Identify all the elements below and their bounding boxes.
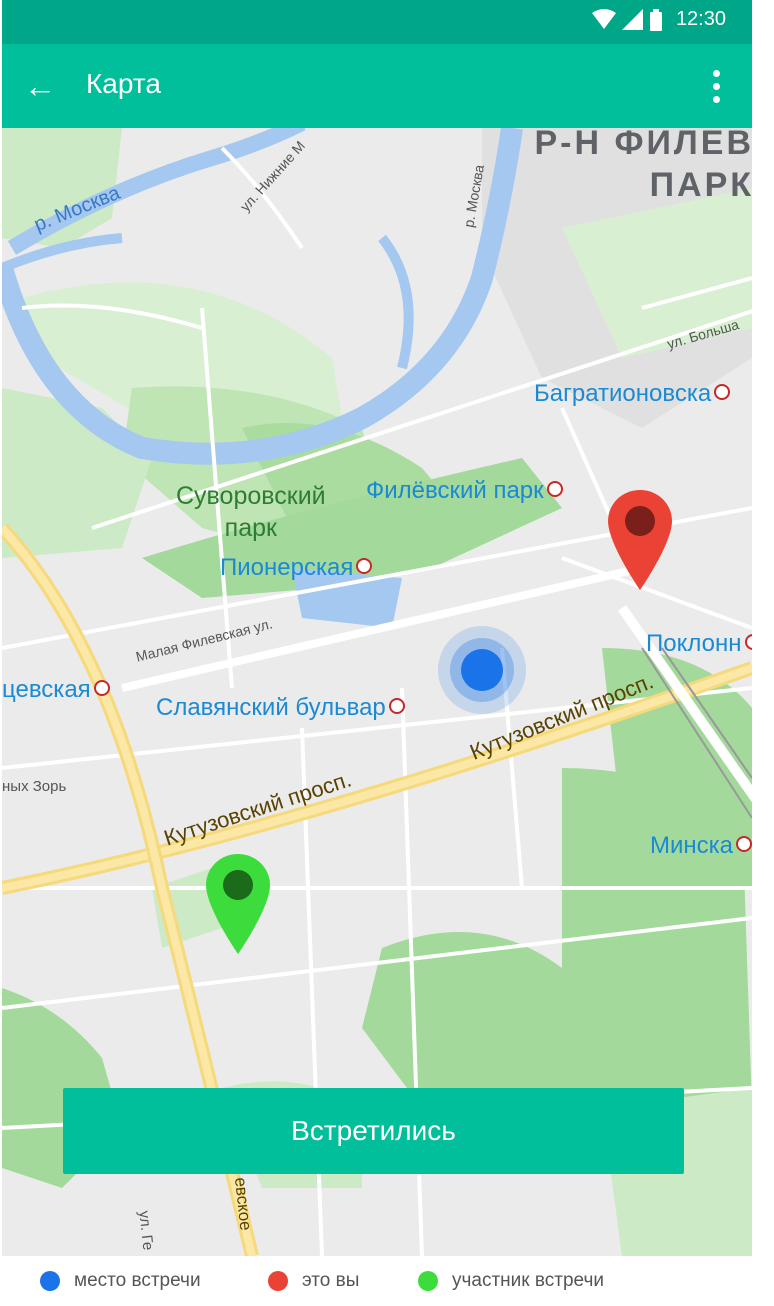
metro-bagrationovskaya[interactable]: Багратионовска xyxy=(534,380,730,408)
legend-dot-green-icon xyxy=(418,1271,438,1291)
legend-item-meeting-place: место встречи xyxy=(40,1270,201,1292)
signal-icon xyxy=(621,8,643,30)
legend-item-participant: участник встречи xyxy=(418,1270,604,1292)
district-label-line-2: ПАРК xyxy=(649,166,752,204)
status-bar: 12:30 xyxy=(2,0,752,44)
more-vert-icon[interactable] xyxy=(704,66,728,106)
street-label-zor: ных Зорь xyxy=(2,778,67,795)
legend-item-you: это вы xyxy=(268,1270,359,1292)
participant-location-pin-icon[interactable] xyxy=(206,854,270,954)
meeting-place-marker[interactable] xyxy=(438,626,526,714)
map-view[interactable]: Р-Н ФИЛЕВ ПАРК р. Москва ул. Нижние М р.… xyxy=(2,128,752,1256)
map-legend: место встречи это вы участник встречи xyxy=(0,1256,774,1306)
met-button[interactable]: Встретились xyxy=(63,1088,684,1174)
park-label: Суворовский парк xyxy=(176,480,326,544)
metro-filevsky-park[interactable]: Филёвский парк xyxy=(366,477,563,505)
legend-label: место встречи xyxy=(74,1270,201,1291)
legend-label: это вы xyxy=(302,1270,360,1291)
park-label-line-2: парк xyxy=(224,514,277,542)
back-arrow-icon[interactable]: ← xyxy=(22,66,58,106)
battery-icon xyxy=(649,8,662,31)
legend-label: участник встречи xyxy=(452,1270,604,1291)
metro-slavyansky-bulvar[interactable]: Славянский бульвар xyxy=(156,694,405,722)
status-time: 12:30 xyxy=(675,8,726,30)
metro-pionerskaya[interactable]: Пионерская xyxy=(220,554,372,582)
district-label-line-1: Р-Н ФИЛЕВ xyxy=(534,128,752,162)
metro-poklonnaya[interactable]: Поклонн xyxy=(646,630,752,658)
status-icons: 12:30 xyxy=(591,8,726,31)
page-title: Карта xyxy=(86,68,161,99)
metro-kuntsevskaya[interactable]: цевская xyxy=(2,676,110,704)
you-location-pin-icon[interactable] xyxy=(608,490,672,590)
metro-minskaya[interactable]: Минска xyxy=(650,832,752,860)
district-label: Р-Н ФИЛЕВ ПАРК xyxy=(534,128,752,206)
park-label-line-1: Суворовский xyxy=(176,482,326,510)
app-bar: ← Карта xyxy=(2,44,752,128)
legend-dot-red-icon xyxy=(268,1271,288,1291)
legend-dot-blue-icon xyxy=(40,1271,60,1291)
wifi-icon xyxy=(591,8,616,29)
